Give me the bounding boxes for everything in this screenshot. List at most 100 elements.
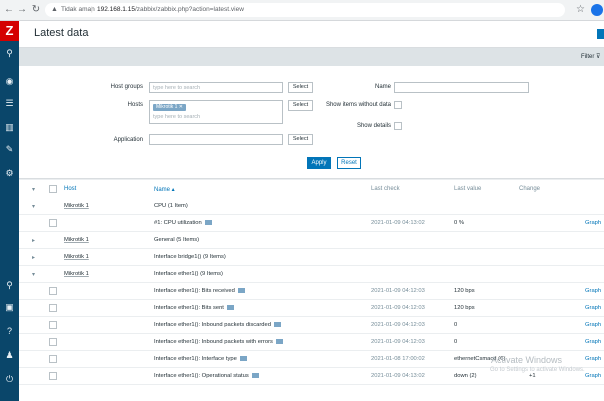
activate-windows-hint: Go to Settings to activate Windows. [490, 367, 585, 373]
host-chip[interactable]: Mikrotik 1 ✕ [153, 104, 186, 111]
graph-link[interactable]: Graph [585, 339, 601, 345]
item-checkbox[interactable] [49, 304, 57, 312]
expand-toggle-icon[interactable]: ▾ [32, 271, 35, 278]
item-name[interactable]: Interface ether1(): Inbound packets with… [154, 339, 283, 345]
collapse-all-icon[interactable]: ▾ [32, 186, 35, 193]
filter-panel: Host groups type here to search Select H… [19, 66, 604, 179]
item-checkbox[interactable] [49, 338, 57, 346]
reset-button[interactable]: Reset [337, 157, 361, 169]
item-name[interactable]: Interface ether1(): Interface type [154, 356, 247, 362]
item-checkbox[interactable] [49, 287, 57, 295]
graph-link[interactable]: Graph [585, 220, 601, 226]
name-input[interactable] [394, 82, 529, 93]
graph-link[interactable]: Graph [585, 288, 601, 294]
table-row: #1: CPU utilization 2021-01-09 04:13:02 0 … [19, 215, 604, 232]
back-icon[interactable]: ← [3, 4, 15, 16]
user-icon[interactable]: ♟ [3, 349, 16, 362]
item-name[interactable]: #1: CPU utilization [154, 220, 212, 226]
expand-toggle-icon[interactable]: ▾ [32, 203, 35, 210]
column-last-value: Last value [454, 186, 482, 192]
item-name[interactable]: Interface ether1(): Bits received [154, 288, 245, 294]
graph-link[interactable]: Graph [585, 356, 601, 362]
group-row: ▾ Mikrotik 1 Interface ether1() (9 Items) [19, 266, 604, 283]
application-name[interactable]: General (5 Items) [154, 237, 199, 243]
info-icon[interactable] [251, 373, 259, 378]
application-input[interactable] [149, 134, 283, 145]
application-name[interactable]: Interface ether1() (9 Items) [154, 271, 223, 277]
table-header: ▾ Host Name ▴ Last check Last value Chan… [19, 180, 604, 199]
monitoring-icon[interactable]: ◉ [3, 75, 16, 88]
activate-windows-title: Activate Windows [491, 355, 563, 365]
graph-link[interactable]: Graph [585, 373, 601, 379]
show-details-checkbox[interactable] [394, 122, 402, 130]
configuration-icon[interactable]: ✎ [3, 143, 16, 156]
last-value: 120 bps [454, 288, 475, 294]
security-label: Tidak aman [61, 6, 95, 13]
graph-link[interactable]: Graph [585, 305, 601, 311]
support-icon[interactable]: ⚲ [3, 279, 16, 292]
host-link[interactable]: Mikrotik 1 [64, 203, 89, 209]
help-icon[interactable]: ? [3, 325, 16, 338]
last-check: 2021-01-09 04:12:03 [371, 288, 425, 294]
remove-chip-icon: ✕ [178, 104, 183, 110]
application-name[interactable]: Interface bridge1() (9 Items) [154, 254, 226, 260]
info-icon[interactable] [275, 339, 283, 344]
select-all-checkbox[interactable] [49, 185, 57, 193]
last-check: 2021-01-09 04:13:02 [371, 220, 425, 226]
group-row: ▸ Mikrotik 1 General (5 Items) [19, 232, 604, 249]
show-items-without-data-label: Show items without data [325, 102, 391, 108]
address-bar[interactable]: ▲ Tidak aman | 192.168.1.15/zabbix/zabbi… [45, 3, 565, 17]
item-checkbox[interactable] [49, 372, 57, 380]
info-icon[interactable] [237, 288, 245, 293]
filter-icon: ⊽ [596, 54, 601, 60]
zabbix-logo[interactable]: Z [0, 21, 19, 41]
host-link[interactable]: Mikrotik 1 [64, 254, 89, 260]
column-name[interactable]: Name ▴ [154, 186, 175, 193]
item-checkbox[interactable] [49, 219, 57, 227]
host-link[interactable]: Mikrotik 1 [64, 237, 89, 243]
item-checkbox[interactable] [49, 355, 57, 363]
group-row: ▸ Mikrotik 1 Interface bridge1() (9 Items) [19, 249, 604, 266]
administration-icon[interactable]: ⚙ [3, 167, 16, 180]
column-host[interactable]: Host [64, 186, 76, 192]
host-groups-input[interactable]: type here to search [149, 82, 283, 93]
graph-link[interactable]: Graph [585, 322, 601, 328]
reports-icon[interactable]: ▥ [3, 121, 16, 134]
info-icon[interactable] [204, 220, 212, 225]
info-icon[interactable] [239, 356, 247, 361]
last-value: 0 [454, 322, 458, 328]
profile-avatar[interactable] [591, 4, 603, 16]
name-label: Name [374, 84, 391, 90]
item-name[interactable]: Interface ether1(): Operational status [154, 373, 259, 379]
last-check: 2021-01-09 04:12:03 [371, 305, 425, 311]
table-row: Interface ether1(): Inbound packets with… [19, 334, 604, 351]
filter-tab-bar: Filter ⊽ [19, 48, 604, 66]
kiosk-mode-icon[interactable] [597, 29, 604, 39]
share-icon[interactable]: ▣ [3, 301, 16, 314]
application-select-button[interactable]: Select [288, 134, 313, 145]
expand-toggle-icon[interactable]: ▸ [32, 254, 35, 261]
inventory-icon[interactable]: ☰ [3, 97, 16, 110]
application-name[interactable]: CPU (1 Item) [154, 203, 188, 209]
item-name[interactable]: Interface ether1(): Bits sent [154, 305, 234, 311]
item-name[interactable]: Interface ether1(): Inbound packets disc… [154, 322, 281, 328]
expand-toggle-icon[interactable]: ▸ [32, 237, 35, 244]
table-row: Interface ether1(): Bits sent 2021-01-09 … [19, 300, 604, 317]
last-check: 2021-01-09 04:12:03 [371, 322, 425, 328]
host-groups-select-button[interactable]: Select [288, 82, 313, 93]
info-icon[interactable] [273, 322, 281, 327]
apply-button[interactable]: Apply [307, 157, 331, 169]
bookmark-star-icon[interactable]: ☆ [576, 4, 585, 16]
browser-toolbar: ← → ↻ ▲ Tidak aman | 192.168.1.15/zabbix… [0, 0, 604, 21]
hosts-input[interactable]: Mikrotik 1 ✕ type here to search [149, 100, 283, 124]
reload-icon[interactable]: ↻ [30, 4, 42, 16]
forward-icon[interactable]: → [16, 4, 28, 16]
last-check: 2021-01-09 04:12:03 [371, 339, 425, 345]
host-link[interactable]: Mikrotik 1 [64, 271, 89, 277]
filter-tab[interactable]: Filter ⊽ [581, 53, 600, 60]
show-items-without-data-checkbox[interactable] [394, 101, 402, 109]
search-icon[interactable]: ⚲ [3, 47, 16, 60]
info-icon[interactable] [226, 305, 234, 310]
item-checkbox[interactable] [49, 321, 57, 329]
sign-out-icon[interactable]: ⏻ [3, 373, 16, 386]
